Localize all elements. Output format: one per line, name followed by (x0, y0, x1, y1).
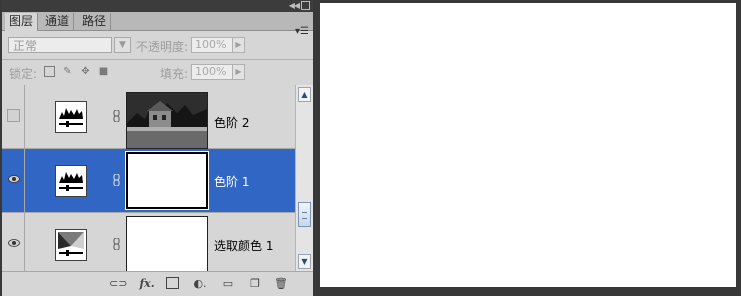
lock-label: 锁定: (9, 67, 38, 81)
layer-photo-thumbnail[interactable] (126, 92, 208, 149)
layers-panel: ◀◀ 图层 通道 路径 ▾☰ 正常 ▼ 不透明度: 100% ▶ 锁定: ✎ ✥… (2, 0, 313, 296)
layer-name[interactable]: 色阶 2 (214, 114, 249, 131)
link-layers-icon[interactable]: ⊂⊃ (109, 277, 127, 290)
opacity-label: 不透明度: (136, 40, 189, 54)
visibility-off-box[interactable] (7, 109, 20, 122)
eye-icon[interactable] (8, 239, 20, 247)
fill-label: 填充: (160, 67, 189, 81)
fill-input[interactable]: 100% (191, 64, 233, 80)
opacity-arrow-icon[interactable]: ▶ (232, 37, 245, 53)
link-chain-icon[interactable] (113, 174, 120, 186)
selective-color-adjustment-icon[interactable] (55, 229, 87, 261)
add-mask-icon[interactable] (166, 277, 179, 289)
visibility-toggle[interactable] (2, 149, 25, 212)
layer-name[interactable]: 选取颜色 1 (214, 237, 273, 254)
close-icon[interactable] (301, 1, 310, 10)
fx-icon[interactable]: fx. (138, 277, 156, 290)
link-chain-icon[interactable] (113, 238, 120, 250)
layers-scrollbar[interactable]: ▲ ▼ (295, 85, 313, 271)
opacity-input[interactable]: 100% (191, 37, 233, 53)
lock-brush-icon[interactable]: ✎ (62, 66, 73, 77)
layer-mask-thumbnail[interactable] (125, 151, 209, 210)
tab-channels[interactable]: 通道 (41, 13, 75, 30)
new-layer-icon[interactable]: ❐ (248, 277, 262, 290)
lock-row: 锁定: ✎ ✥ ■ 填充: 100% ▶ (2, 59, 313, 85)
document-canvas[interactable] (320, 3, 736, 287)
link-chain-icon[interactable] (113, 110, 120, 122)
trash-icon[interactable]: 🗑 (274, 277, 288, 290)
scrollbar-thumb[interactable] (298, 202, 311, 227)
visibility-toggle[interactable] (2, 85, 25, 148)
tab-layers[interactable]: 图层 (5, 13, 39, 31)
eye-icon[interactable] (8, 175, 20, 183)
lock-all-icon[interactable]: ■ (98, 66, 109, 77)
collapse-icon[interactable]: ◀◀ (289, 1, 300, 10)
layer-row[interactable]: 色阶 2 (2, 85, 295, 149)
blend-mode-select[interactable]: 正常 (8, 37, 112, 53)
adjustment-layer-icon[interactable]: ◐. (193, 277, 207, 290)
fill-arrow-icon[interactable]: ▶ (232, 64, 245, 80)
layer-mask-thumbnail[interactable] (126, 216, 208, 271)
panel-tabs: 图层 通道 路径 ▾☰ (2, 12, 313, 37)
chevron-down-icon[interactable]: ▼ (114, 37, 131, 53)
new-group-icon[interactable]: ▭ (221, 277, 235, 290)
visibility-toggle[interactable] (2, 213, 25, 271)
layer-name[interactable]: 色阶 1 (214, 173, 249, 190)
layer-list: 色阶 2 色阶 1 选取颜色 1 (2, 85, 295, 271)
panel-footer: ⊂⊃ fx. ◐. ▭ ❐ 🗑 (2, 271, 313, 296)
layer-row[interactable]: 选取颜色 1 (2, 213, 295, 271)
scroll-up-icon[interactable]: ▲ (298, 87, 311, 102)
lock-transparent-icon[interactable] (44, 66, 55, 77)
layer-row[interactable]: 色阶 1 (2, 149, 295, 213)
levels-adjustment-icon[interactable] (55, 165, 87, 197)
tab-paths[interactable]: 路径 (78, 13, 112, 30)
lock-move-icon[interactable]: ✥ (80, 66, 91, 77)
scroll-down-icon[interactable]: ▼ (298, 254, 311, 269)
levels-adjustment-icon[interactable] (55, 101, 87, 133)
blend-row: 正常 ▼ 不透明度: 100% ▶ (2, 31, 313, 59)
